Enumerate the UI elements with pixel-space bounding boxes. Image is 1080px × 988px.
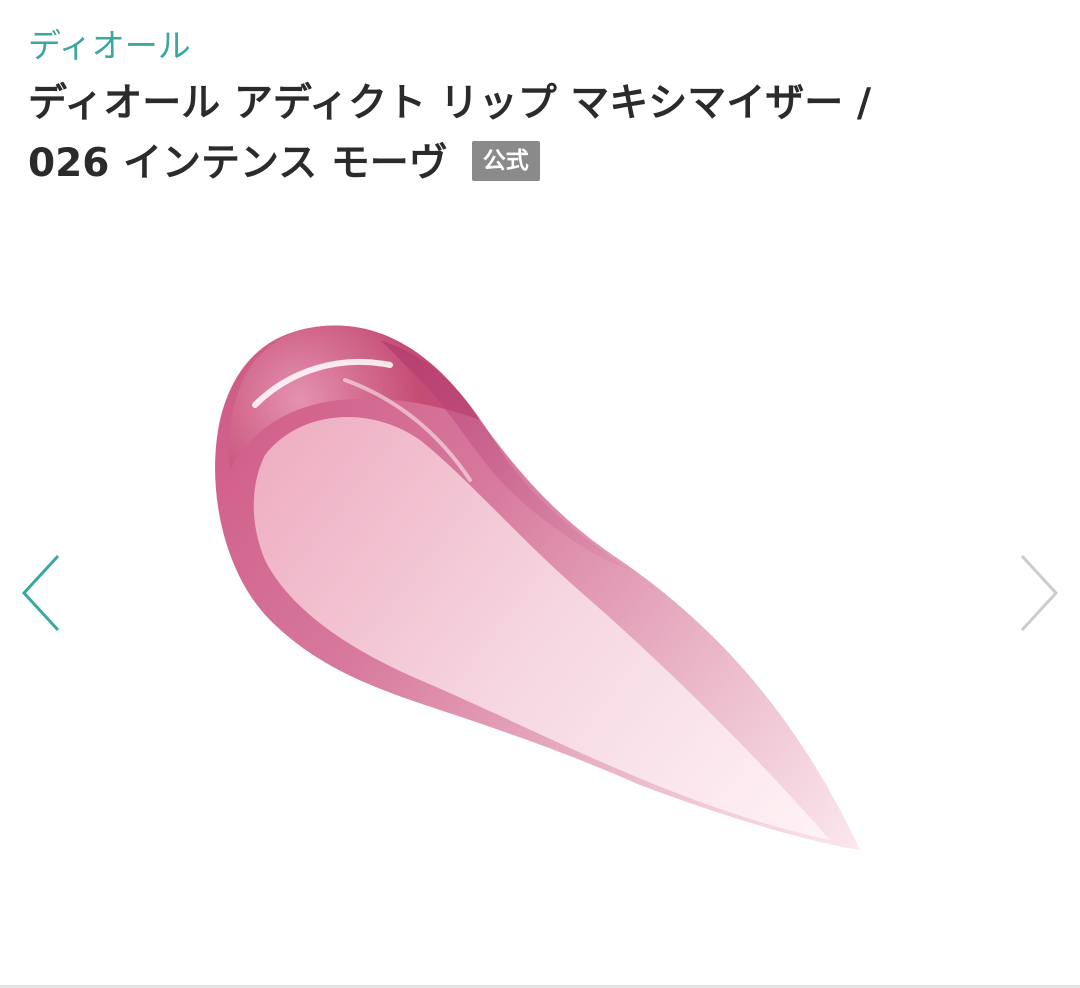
product-header: ディオール ディオール アディクト リップ マキシマイザー / 026 インテン… <box>28 22 1058 194</box>
brand-link[interactable]: ディオール <box>28 22 1058 70</box>
product-title: ディオール アディクト リップ マキシマイザー / 026 インテンス モーヴ公… <box>28 74 1058 194</box>
product-title-line-2-text: 026 インテンス モーヴ <box>28 141 448 186</box>
swatch-shine <box>253 417 830 840</box>
gallery-prev-button[interactable] <box>14 548 74 638</box>
product-title-line-1: ディオール アディクト リップ マキシマイザー / <box>28 81 872 126</box>
product-image-gallery[interactable] <box>0 230 1080 950</box>
chevron-left-icon <box>21 554 60 632</box>
chevron-right-icon <box>1020 554 1059 632</box>
official-badge: 公式 <box>471 140 540 181</box>
product-title-line-2: 026 インテンス モーヴ 公式 <box>28 134 1058 194</box>
lip-gloss-swatch-image <box>215 325 860 850</box>
gallery-next-button[interactable] <box>1012 548 1072 638</box>
